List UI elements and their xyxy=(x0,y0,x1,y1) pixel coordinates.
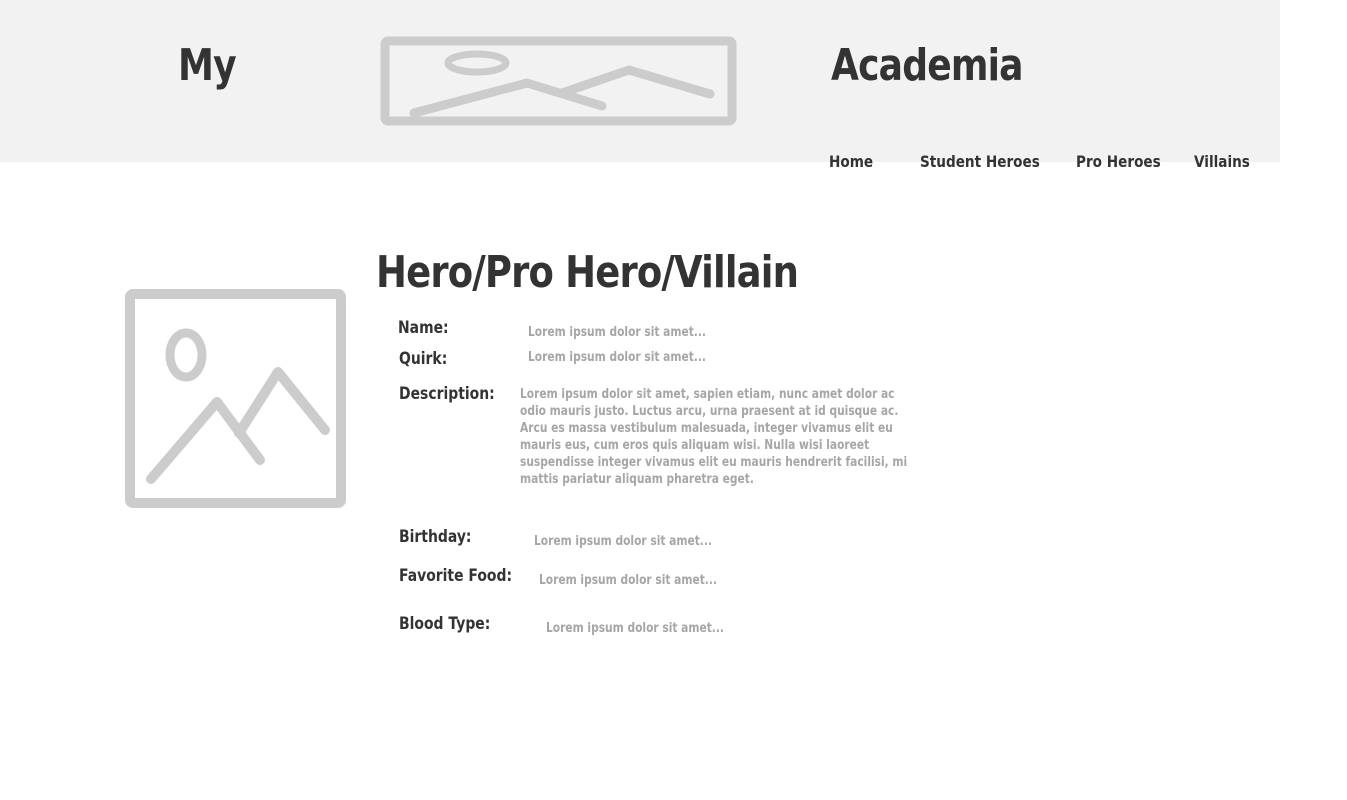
blood-type-value: Lorem ipsum dolor sit amet... xyxy=(546,621,724,636)
image-placeholder-icon xyxy=(376,36,741,126)
quirk-value: Lorem ipsum dolor sit amet... xyxy=(528,350,706,365)
nav-link-pro-heroes[interactable]: Pro Heroes xyxy=(1076,152,1161,171)
birthday-label: Birthday: xyxy=(399,527,472,547)
nav-link-villains[interactable]: Villains xyxy=(1194,152,1250,171)
profile-image-placeholder-icon xyxy=(125,289,346,508)
name-value: Lorem ipsum dolor sit amet... xyxy=(528,325,706,340)
quirk-label: Quirk: xyxy=(399,349,448,369)
favorite-food-label: Favorite Food: xyxy=(399,566,513,586)
brand-text-academia: Academia xyxy=(831,40,1024,91)
name-label: Name: xyxy=(398,318,449,338)
description-label: Description: xyxy=(399,384,495,404)
page-title: Hero/Pro Hero/Villain xyxy=(376,247,799,298)
nav-link-student-heroes[interactable]: Student Heroes xyxy=(920,152,1040,171)
brand-text-my: My xyxy=(178,40,237,91)
blood-type-label: Blood Type: xyxy=(399,614,491,634)
favorite-food-value: Lorem ipsum dolor sit amet... xyxy=(539,573,717,588)
nav-link-home[interactable]: Home xyxy=(829,152,873,171)
birthday-value: Lorem ipsum dolor sit amet... xyxy=(534,534,712,549)
description-value: Lorem ipsum dolor sit amet, sapien etiam… xyxy=(520,387,908,487)
